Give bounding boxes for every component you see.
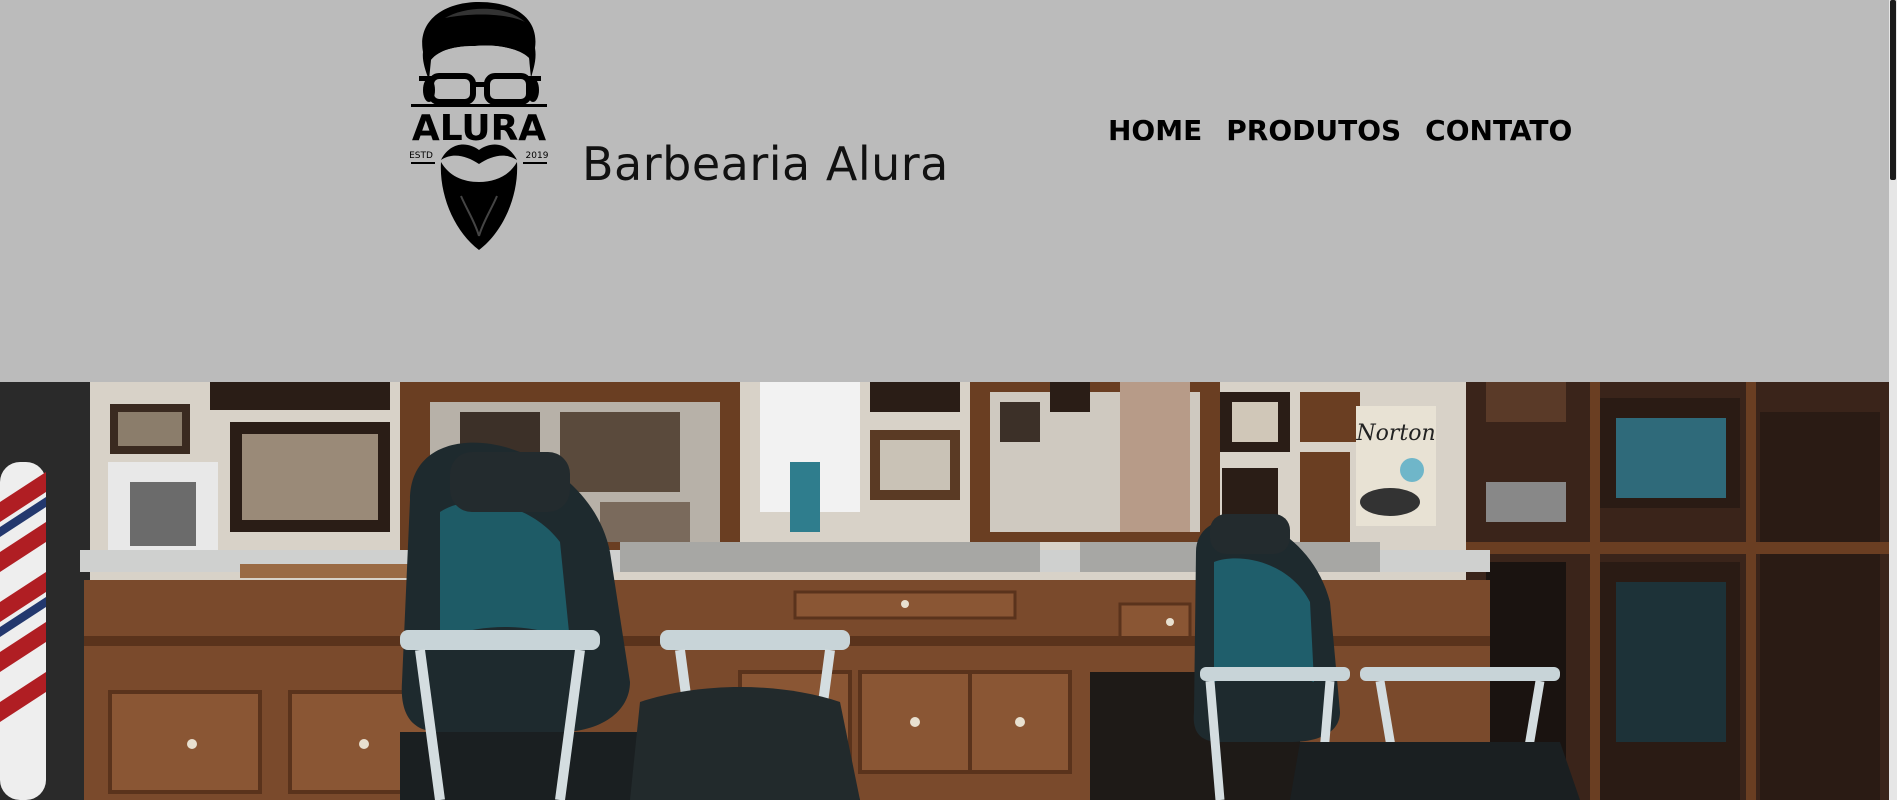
- hero-banner: Norton: [0, 382, 1889, 800]
- logo-year: 2019: [526, 151, 549, 161]
- logo-estd: ESTD: [409, 151, 433, 161]
- site-header: ALURA ESTD 2019 Barbearia Alura HOME PRO…: [0, 0, 1889, 382]
- vertical-scrollbar[interactable]: [1889, 0, 1897, 800]
- nav-contato-link[interactable]: CONTATO: [1425, 114, 1572, 147]
- bearded-man-logo-icon: ALURA ESTD 2019: [409, 2, 549, 250]
- logo-text: ALURA: [412, 108, 546, 149]
- main-navigation: HOME PRODUTOS CONTATO: [1108, 114, 1572, 147]
- page: ALURA ESTD 2019 Barbearia Alura HOME PRO…: [0, 0, 1897, 800]
- norton-sign-text: Norton: [1355, 421, 1435, 446]
- nav-home-link[interactable]: HOME: [1108, 114, 1202, 147]
- scrollbar-thumb[interactable]: [1890, 0, 1896, 180]
- nav-produtos-link[interactable]: PRODUTOS: [1226, 114, 1401, 147]
- site-title: Barbearia Alura: [582, 137, 949, 191]
- brand-logo[interactable]: ALURA ESTD 2019: [405, 0, 553, 252]
- barbershop-interior-photo-icon: Norton: [0, 382, 1889, 800]
